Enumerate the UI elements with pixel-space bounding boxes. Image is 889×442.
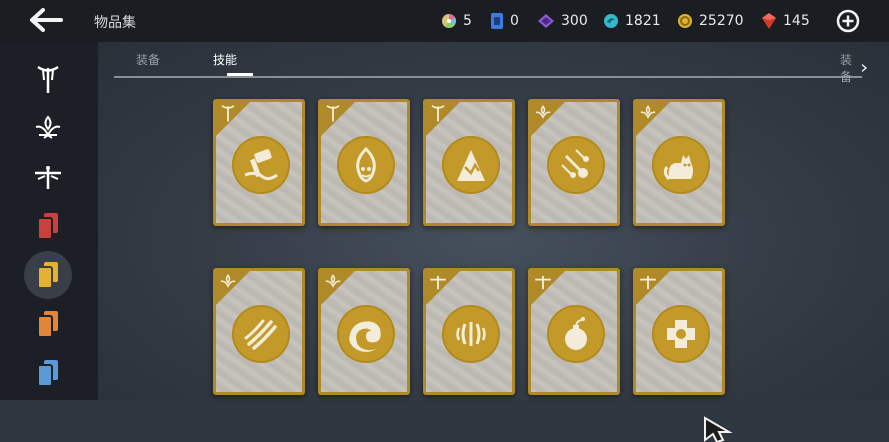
sword-emblem-icon [37,65,59,93]
blue-cards-icon [37,360,58,387]
purple-diamond-icon [538,14,554,28]
skill-card-wave[interactable] [318,268,410,395]
sidebar-item-red-cards[interactable] [24,202,72,250]
currency-gem: 145 [761,11,810,31]
red-cards-icon [37,213,58,240]
claw-slash-icon [244,319,277,350]
sidebar-item-sword[interactable] [24,55,72,103]
medical-cross-icon [667,320,695,348]
sword-emblem-icon [326,105,340,122]
orange-cards-icon [37,311,58,338]
skill-medal [547,305,605,363]
bomb-icon [565,317,587,350]
lotus-emblem-icon [35,115,61,139]
sidebar-item-orange-cards[interactable] [24,300,72,348]
currency-spectrum: 5 [441,11,472,31]
skill-medal [652,305,710,363]
meteor-shower-icon [561,149,589,178]
yellow-cards-icon [37,262,58,289]
dragonfly-emblem-icon [535,276,551,290]
skill-medal [547,136,605,194]
skill-card-burst[interactable] [423,268,515,395]
add-currency-button[interactable] [836,9,860,33]
chevron-right-icon [861,64,868,72]
next-category-label: 装备 [840,53,853,84]
currency-purple-value: 300 [561,13,588,29]
skill-card-mountain[interactable] [423,99,515,226]
sidebar-item-blue-cards[interactable] [24,349,72,397]
skill-card-claw[interactable] [213,268,305,395]
wave-icon [349,321,381,352]
gold-coin-icon [678,14,692,28]
flame-face-icon [356,146,376,183]
sidebar-item-lotus[interactable] [24,104,72,152]
mouse-cursor-icon [704,416,733,442]
skill-medal [442,136,500,194]
sidebar-item-yellow-cards[interactable] [24,251,72,299]
skill-card-cross[interactable] [633,268,725,395]
spiky-burst-icon [456,322,486,346]
currency-purple: 300 [537,11,588,31]
currency-gold: 25270 [677,11,744,31]
lotus-emblem-icon [220,274,236,288]
cat-icon [663,155,693,181]
lotus-emblem-icon [640,105,656,119]
arrow-left-icon [30,8,63,32]
blue-card-icon [491,13,503,29]
lotus-emblem-icon [325,274,341,288]
dragonfly-emblem-icon [640,276,656,290]
currency-gold-value: 25270 [699,13,744,29]
active-tab-indicator [227,73,253,76]
skill-card-flame[interactable] [318,99,410,226]
category-sidebar [0,42,98,400]
skill-card-bomb[interactable] [528,268,620,395]
skill-medal [652,136,710,194]
currency-teal-value: 1821 [625,13,661,29]
sword-emblem-icon [431,105,445,122]
skill-medal [442,305,500,363]
mountain-rise-icon [457,150,485,181]
tab-bar: 装备 技能 装备 [114,42,868,84]
skill-medal [337,305,395,363]
sword-emblem-icon [221,105,235,122]
currency-teal: 1821 [603,11,661,31]
collection-panel: 装备 技能 装备 [98,42,889,442]
tab-equipment[interactable]: 装备 [136,51,160,68]
currency-gem-value: 145 [783,13,810,29]
next-category-link[interactable]: 装备 [840,51,868,85]
back-button[interactable] [24,4,68,36]
currency-blue-card: 0 [490,11,519,31]
skill-medal [232,136,290,194]
skill-card-cat[interactable] [633,99,725,226]
teal-orb-icon [604,14,618,28]
lotus-emblem-icon [535,105,551,119]
currency-spectrum-value: 5 [463,13,472,29]
skill-card-hammer[interactable] [213,99,305,226]
currency-blue-card-value: 0 [510,13,519,29]
sidebar-item-dragonfly[interactable] [24,153,72,201]
skill-medal [232,305,290,363]
skill-medal [337,136,395,194]
skill-card-meteor[interactable] [528,99,620,226]
red-gem-icon [762,13,776,29]
tab-skills[interactable]: 技能 [213,51,237,68]
dragonfly-emblem-icon [430,276,446,290]
dragonfly-emblem-icon [35,166,61,189]
page-title: 物品集 [94,15,136,31]
hammer-strike-icon [244,149,278,181]
plus-circle-icon [836,9,860,33]
color-wheel-icon [442,14,456,28]
top-bar: 物品集 5 0 300 1821 25270 145 [0,0,889,42]
